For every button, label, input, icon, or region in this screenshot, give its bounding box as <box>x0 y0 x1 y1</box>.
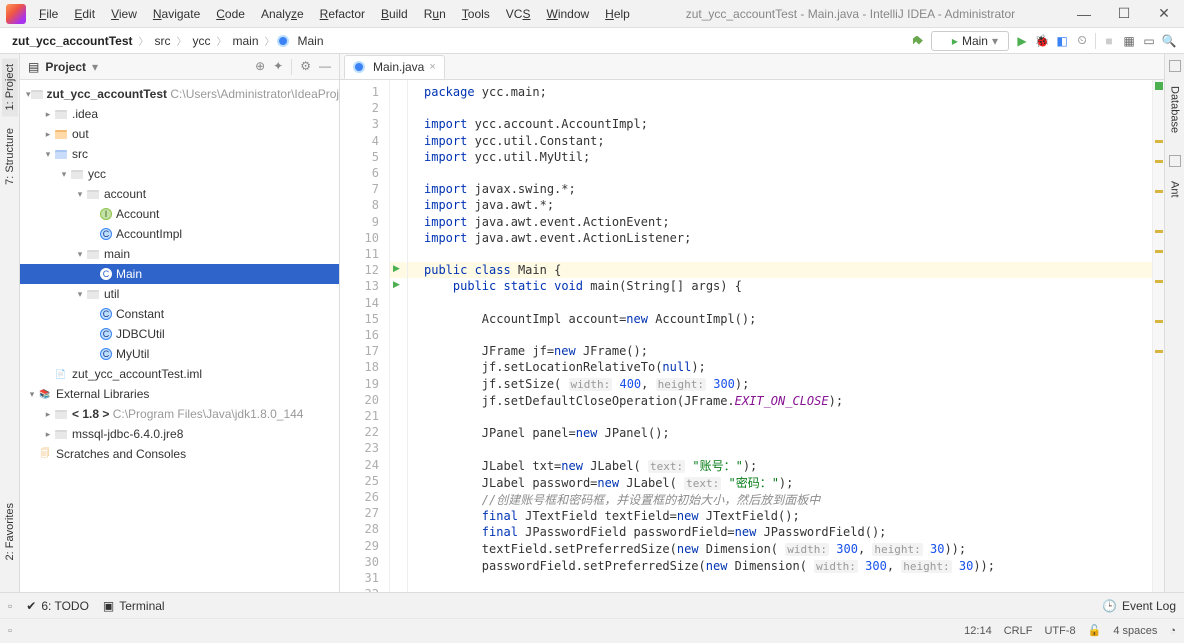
menu-vcs[interactable]: VCS <box>499 4 538 24</box>
error-stripe[interactable] <box>1152 80 1164 592</box>
menu-code[interactable]: Code <box>209 4 252 24</box>
run-button[interactable]: ▶ <box>1015 34 1029 48</box>
settings-icon[interactable]: ⚙ <box>300 59 311 75</box>
tree-item-selected: CMain <box>20 264 339 284</box>
tool-tab-favorites[interactable]: 2: Favorites <box>2 497 18 566</box>
menu-refactor[interactable]: Refactor <box>313 4 372 24</box>
code-editor[interactable]: package ycc.main; import ycc.account.Acc… <box>408 80 1152 592</box>
menu-window[interactable]: Window <box>539 4 596 24</box>
search-everywhere-button[interactable]: 🔍 <box>1162 34 1176 48</box>
close-button[interactable]: ✕ <box>1144 0 1184 28</box>
icon-gutter[interactable]: ▶ ▶ <box>390 80 408 592</box>
line-separator[interactable]: CRLF <box>1004 625 1033 637</box>
inspection-ok-icon <box>1155 82 1163 90</box>
hide-icon[interactable]: — <box>319 59 331 75</box>
readonly-icon[interactable]: 🔓 <box>1088 624 1102 637</box>
editor-tab-main[interactable]: Main.java × <box>344 55 445 79</box>
menu-edit[interactable]: Edit <box>67 4 102 24</box>
memory-indicator[interactable]: ◔ <box>1169 625 1176 637</box>
breadcrumb: zut_ycc_accountTest〉 src〉 ycc〉 main〉 Mai… <box>8 32 328 50</box>
tool-tab-structure[interactable]: 7: Structure <box>2 122 18 191</box>
app-icon <box>6 4 26 24</box>
menu-build[interactable]: Build <box>374 4 415 24</box>
menu-view[interactable]: View <box>104 4 144 24</box>
run-gutter-icon[interactable]: ▶ <box>393 279 400 290</box>
select-opened-icon[interactable]: ⊕ <box>255 59 265 75</box>
class-icon <box>353 61 365 73</box>
menu-tools[interactable]: Tools <box>455 4 497 24</box>
tool-tab-database[interactable]: Database <box>1167 80 1183 139</box>
run-gutter-icon[interactable]: ▶ <box>393 263 400 274</box>
avd-button[interactable]: ▭ <box>1142 34 1156 48</box>
close-tab-icon[interactable]: × <box>429 61 435 73</box>
debug-button[interactable]: 🐞 <box>1035 34 1049 48</box>
profile-button[interactable]: ⏲ <box>1075 34 1089 48</box>
stripe-handle-icon[interactable] <box>1169 155 1181 167</box>
gutter[interactable]: 1234567891011121314151617181920212223242… <box>340 80 390 592</box>
tool-tab-eventlog[interactable]: 🕒 Event Log <box>1102 599 1176 613</box>
menu-file[interactable]: File <box>32 4 65 24</box>
stop-button[interactable]: ■ <box>1102 34 1116 48</box>
crumb-file[interactable]: Main <box>294 32 328 50</box>
indent-info[interactable]: 4 spaces <box>1113 625 1157 637</box>
minimize-button[interactable]: — <box>1064 0 1104 28</box>
run-config-select[interactable]: ▸ Main ▾ <box>931 31 1009 51</box>
project-view-icon: ▤ <box>28 60 39 74</box>
class-icon <box>277 35 289 47</box>
menu-analyze[interactable]: Analyze <box>254 4 311 24</box>
tool-tab-terminal[interactable]: ▣ Terminal <box>103 599 165 613</box>
crumb-project[interactable]: zut_ycc_accountTest <box>8 32 137 50</box>
crumb-src[interactable]: src <box>151 32 175 50</box>
project-view-title[interactable]: Project <box>45 60 86 74</box>
menu-help[interactable]: Help <box>598 4 637 24</box>
maximize-button[interactable]: ☐ <box>1104 0 1144 28</box>
crumb-ycc[interactable]: ycc <box>189 32 215 50</box>
expand-all-icon[interactable]: ✦ <box>273 59 283 75</box>
build-button[interactable] <box>911 34 925 48</box>
crumb-main[interactable]: main <box>229 32 263 50</box>
file-encoding[interactable]: UTF-8 <box>1044 625 1075 637</box>
tool-tab-todo[interactable]: ✔ 6: TODO <box>26 599 89 613</box>
menu-run[interactable]: Run <box>417 4 453 24</box>
bottom-corner-icon[interactable]: ▫ <box>8 599 12 613</box>
menu-navigate[interactable]: Navigate <box>146 4 207 24</box>
window-title: zut_ycc_accountTest - Main.java - Intell… <box>637 7 1064 21</box>
caret-position[interactable]: 12:14 <box>964 625 992 637</box>
layout-button[interactable]: ▦ <box>1122 34 1136 48</box>
main-menu: File Edit View Navigate Code Analyze Ref… <box>32 4 637 24</box>
project-tree[interactable]: zut_ycc_accountTest C:\Users\Administrat… <box>20 80 339 592</box>
tool-tab-ant[interactable]: Ant <box>1167 175 1183 204</box>
stripe-handle-icon[interactable] <box>1169 60 1181 72</box>
coverage-button[interactable]: ◧ <box>1055 34 1069 48</box>
tool-tab-project[interactable]: 1: Project <box>2 58 18 116</box>
status-message: ▫ <box>8 625 12 637</box>
